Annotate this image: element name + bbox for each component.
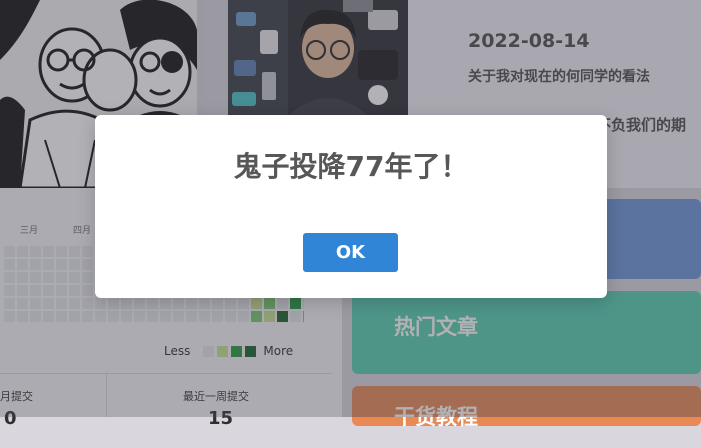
alert-dialog: 鬼子投降77年了！ OK: [95, 115, 607, 298]
alert-message: 鬼子投降77年了！: [233, 150, 469, 183]
ok-button[interactable]: OK: [303, 233, 398, 272]
